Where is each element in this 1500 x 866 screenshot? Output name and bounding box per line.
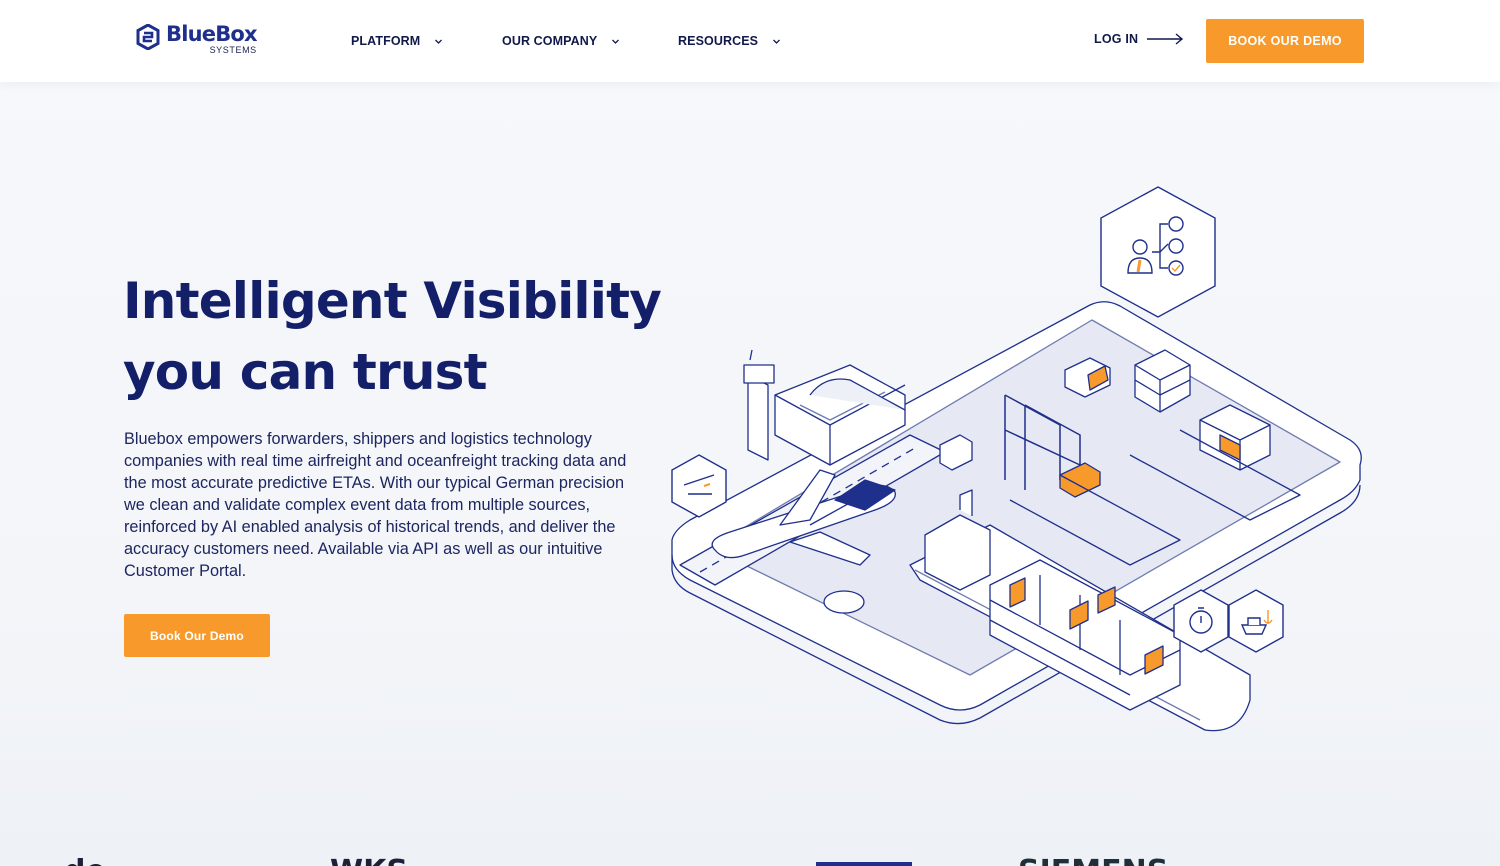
client-logo-4: SIEMENS (1018, 854, 1168, 866)
chevron-down-icon (612, 39, 620, 44)
nav-our-company[interactable]: OUR COMPANY (502, 34, 620, 48)
chevron-down-icon (773, 39, 781, 44)
client-logo-2: WKS (330, 854, 408, 866)
bluebox-logo[interactable]: BlueBox SYSTEMS (136, 22, 258, 60)
home-button (823, 590, 865, 614)
login-link[interactable]: LOG IN (1094, 32, 1184, 46)
login-label: LOG IN (1094, 32, 1139, 46)
hero-title-line-2: you can trust (123, 343, 488, 401)
nav-resources-label: RESOURCES (678, 34, 759, 48)
ship-anchor-hex-icon (1228, 589, 1284, 653)
client-logo-1: de (64, 854, 106, 866)
arrow-right-icon (1147, 33, 1184, 45)
client-logos-strip: de WKS SIEMENS (0, 840, 1500, 866)
client-logo-3 (816, 862, 912, 866)
logistics-illustration (671, 186, 1362, 732)
header-book-demo-button[interactable]: BOOK OUR DEMO (1206, 19, 1364, 63)
bluebox-logo-icon (136, 24, 160, 50)
workflow-hex-icon (1100, 186, 1216, 318)
nav-our-company-label: OUR COMPANY (502, 34, 598, 48)
control-tower (747, 374, 769, 461)
nav-platform-label: PLATFORM (351, 34, 421, 48)
nav-resources[interactable]: RESOURCES (678, 34, 781, 48)
hero-title: Intelligent Visibility you can trust (123, 266, 683, 408)
logo-subtitle: SYSTEMS (209, 45, 257, 55)
nav-platform[interactable]: PLATFORM (351, 34, 443, 48)
site-header: BlueBox SYSTEMS PLATFORM OUR COMPANY RES… (0, 0, 1500, 82)
logo-name: BlueBox (166, 22, 258, 46)
hero-book-demo-button[interactable]: Book Our Demo (124, 614, 270, 657)
hero-description: Bluebox empowers forwarders, shippers an… (124, 430, 627, 580)
chevron-down-icon (435, 39, 443, 44)
hero-title-line-1: Intelligent Visibility (123, 272, 662, 330)
